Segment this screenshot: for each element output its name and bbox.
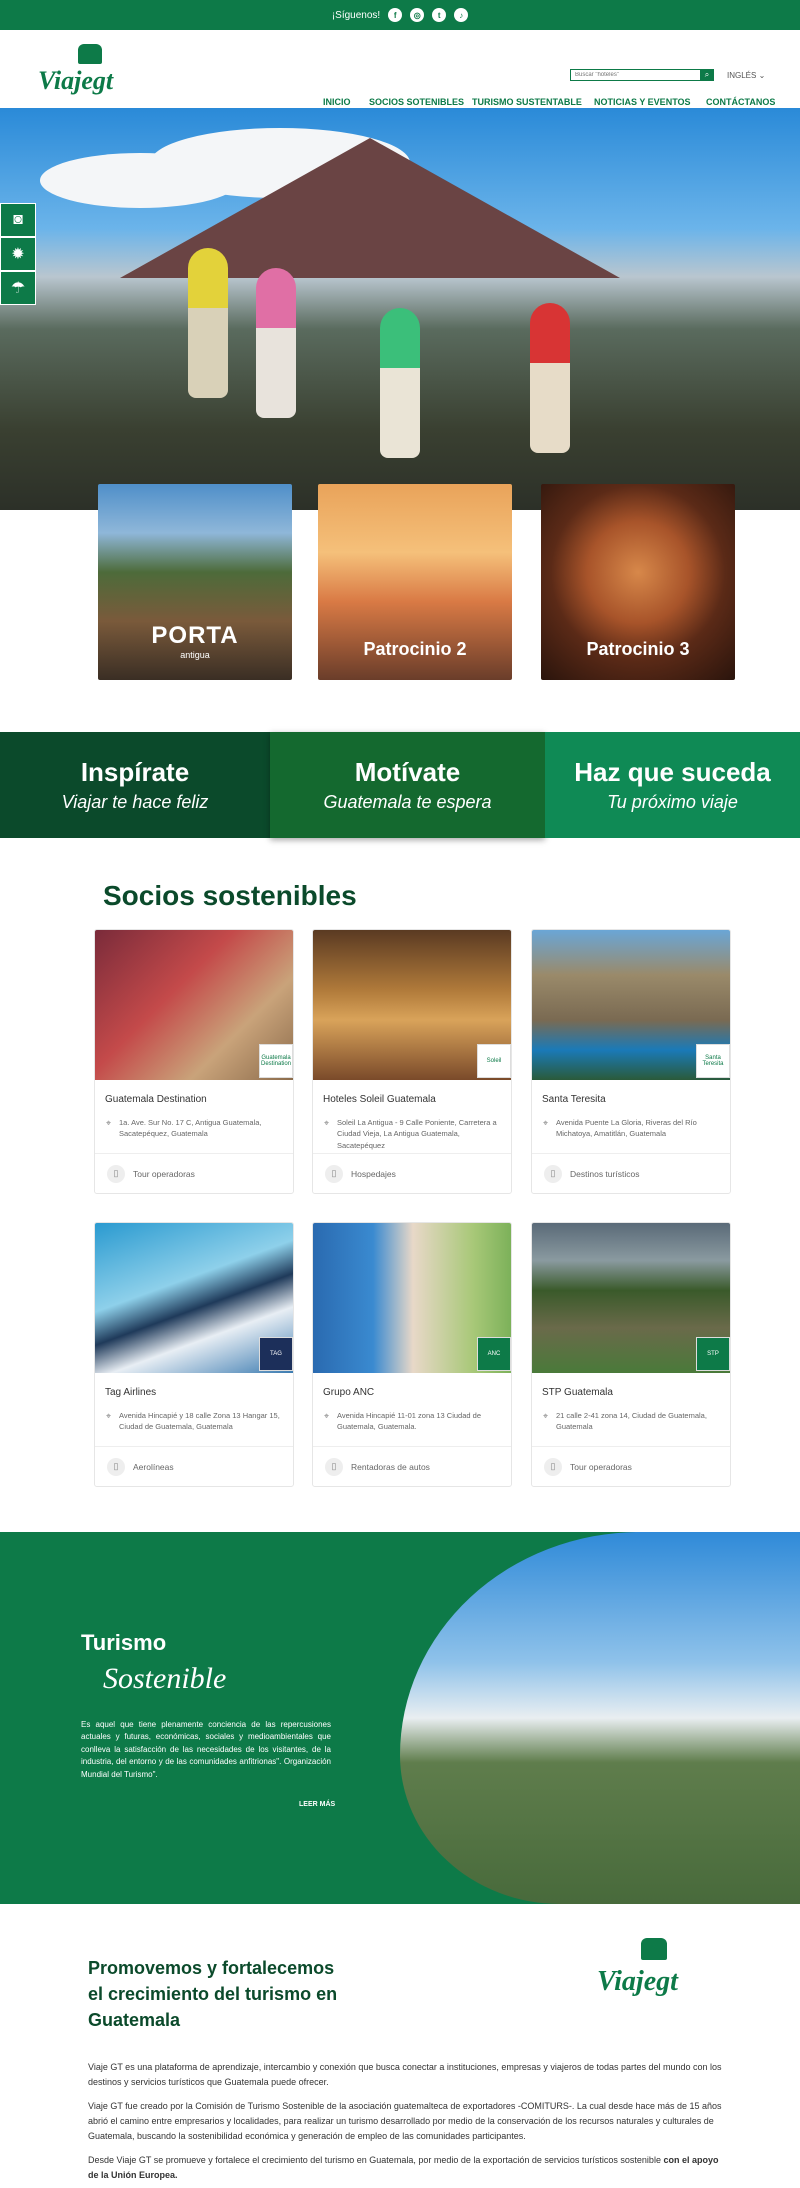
- tiktok-icon[interactable]: ♪: [454, 8, 469, 22]
- about-title: Promovemos y fortalecemos el crecimiento…: [88, 1958, 338, 2031]
- location-pin-icon: ⌖: [324, 1118, 330, 1128]
- twitter-icon[interactable]: t: [432, 8, 447, 22]
- partner-logo: Guatemala Destination: [259, 1044, 293, 1078]
- partner-image: Guatemala Destination: [95, 930, 293, 1080]
- hat-icon: [641, 1938, 667, 1960]
- promo-card-patrocinio-3[interactable]: Patrocinio 3: [541, 484, 735, 680]
- partner-address: ⌖ Avenida Puente La Gloria, Riveras del R…: [543, 1118, 697, 1139]
- turismo-sostenible-section: Turismo Sostenible Es aquel que tiene pl…: [0, 1532, 800, 1904]
- partner-logo: Santa Teresita: [696, 1044, 730, 1078]
- viajegt-logo: Viajegt: [597, 1938, 687, 2008]
- hiker-figure: [256, 268, 296, 418]
- search-icon[interactable]: ⌕: [700, 69, 714, 81]
- category-icon: ▯: [544, 1164, 562, 1183]
- promo-card-patrocinio-2[interactable]: Patrocinio 2: [318, 484, 512, 680]
- partner-name: Tag Airlines: [105, 1387, 157, 1398]
- partner-category[interactable]: ▯ Tour operadoras: [95, 1153, 293, 1193]
- partner-image: Soleil: [313, 930, 511, 1080]
- partner-address: ⌖ 21 calle 2-41 zona 14, Ciudad de Guatem…: [543, 1411, 707, 1432]
- location-pin-icon: ⌖: [543, 1118, 549, 1128]
- location-pin-icon: ⌖: [543, 1411, 549, 1421]
- language-selector[interactable]: INGLÉS ⌄: [727, 71, 765, 80]
- partner-image: ANC: [313, 1223, 511, 1373]
- camera-icon[interactable]: ◙: [0, 203, 36, 237]
- hiker-figure: [530, 303, 570, 453]
- location-pin-icon: ⌖: [106, 1118, 112, 1128]
- partner-image: STP: [532, 1223, 730, 1373]
- partner-logo: ANC: [477, 1337, 511, 1371]
- category-icon: ▯: [107, 1164, 125, 1183]
- location-pin-icon: ⌖: [106, 1411, 112, 1421]
- category-icon: ▯: [107, 1457, 125, 1476]
- partner-address: ⌖ 1a. Ave. Sur No. 17 C, Antigua Guatemal…: [106, 1118, 262, 1139]
- about-paragraph-2: Viaje GT fue creado por la Comisión de T…: [88, 2101, 722, 2141]
- partner-category[interactable]: ▯ Hospedajes: [313, 1153, 511, 1193]
- category-icon: ▯: [325, 1457, 343, 1476]
- turismo-description: Es aquel que tiene plenamente conciencia…: [81, 1720, 331, 1779]
- partner-name: Grupo ANC: [323, 1387, 375, 1398]
- partner-logo: STP: [696, 1337, 730, 1371]
- partner-card[interactable]: Guatemala Destination Guatemala Destinat…: [94, 929, 294, 1194]
- about-paragraph-3: Desde Viaje GT se promueve y fortalece e…: [88, 2155, 719, 2180]
- search-input[interactable]: [570, 69, 714, 81]
- nav-socios[interactable]: SOCIOS SOTENIBLES: [369, 97, 464, 107]
- partner-card[interactable]: ANC Grupo ANC ⌖ Avenida Hincapié 11-01 zo…: [312, 1222, 512, 1487]
- partner-card[interactable]: STP STP Guatemala ⌖ 21 calle 2-41 zona 14…: [531, 1222, 731, 1487]
- partner-category[interactable]: ▯ Destinos turísticos: [532, 1153, 730, 1193]
- partner-card[interactable]: TAG Tag Airlines ⌖ Avenida Hincapié y 18 …: [94, 1222, 294, 1487]
- partner-logo: TAG: [259, 1337, 293, 1371]
- tikal-photo: [400, 1532, 800, 1904]
- partner-address: ⌖ Avenida Hincapié 11-01 zona 13 Ciudad d…: [324, 1411, 481, 1432]
- partner-name: STP Guatemala: [542, 1387, 613, 1398]
- banner-haz-que-suceda[interactable]: Haz que suceda Tu próximo viaje: [545, 732, 800, 838]
- nav-noticias[interactable]: NOTICIAS Y EVENTOS: [594, 97, 691, 107]
- follow-label: ¡Síguenos!: [331, 9, 381, 21]
- facebook-icon[interactable]: f: [388, 8, 403, 22]
- settings-icon[interactable]: ✹: [0, 237, 36, 271]
- banner-inspirate[interactable]: Inspírate Viajar te hace feliz: [0, 732, 270, 838]
- partner-name: Guatemala Destination: [105, 1094, 207, 1105]
- partner-card[interactable]: Soleil Hoteles Soleil Guatemala ⌖ Soleil …: [312, 929, 512, 1194]
- hero-image: [0, 108, 800, 510]
- turismo-script-title: Sostenible: [103, 1662, 227, 1695]
- category-icon: ▯: [325, 1164, 343, 1183]
- promo-card-porta[interactable]: PORTA antigua: [98, 484, 292, 680]
- partner-category[interactable]: ▯ Tour operadoras: [532, 1446, 730, 1486]
- section-title-socios: Socios sostenibles: [103, 880, 357, 911]
- partner-category[interactable]: ▯ Rentadoras de autos: [313, 1446, 511, 1486]
- about-paragraph-1: Viaje GT es una plataforma de aprendizaj…: [88, 2062, 722, 2087]
- partner-address: ⌖ Avenida Hincapié y 18 calle Zona 13 Han…: [106, 1411, 280, 1432]
- hiker-figure: [188, 248, 228, 398]
- partner-name: Hoteles Soleil Guatemala: [323, 1094, 436, 1105]
- instagram-icon[interactable]: ◎: [410, 8, 425, 22]
- nav-turismo[interactable]: TURISMO SUSTENTABLE: [472, 97, 582, 107]
- partner-image: Santa Teresita: [532, 930, 730, 1080]
- social-topbar: ¡Síguenos! f ◎ t ♪: [0, 0, 800, 30]
- leer-mas-link[interactable]: LEER MÁS: [299, 1801, 335, 1808]
- partner-name: Santa Teresita: [542, 1094, 606, 1105]
- hat-icon: [78, 44, 102, 64]
- viajegt-logo[interactable]: Viajegt: [38, 44, 118, 95]
- turismo-title: Turismo: [81, 1630, 167, 1655]
- accessibility-toolbar: ◙ ✹ ☂: [0, 203, 36, 305]
- partner-address: ⌖ Soleil La Antigua - 9 Calle Poniente, C…: [324, 1118, 497, 1150]
- category-icon: ▯: [544, 1457, 562, 1476]
- partner-logo: Soleil: [477, 1044, 511, 1078]
- hiker-figure: [380, 308, 420, 458]
- site-header: Viajegt ⌕ INGLÉS ⌄ INICIO SOCIOS SOTENIB…: [0, 30, 800, 112]
- banner-motivate[interactable]: Motívate Guatemala te espera: [270, 732, 545, 838]
- location-pin-icon: ⌖: [324, 1411, 330, 1421]
- partner-card[interactable]: Santa Teresita Santa Teresita ⌖ Avenida P…: [531, 929, 731, 1194]
- partner-category[interactable]: ▯ Aerolíneas: [95, 1446, 293, 1486]
- partner-image: TAG: [95, 1223, 293, 1373]
- hat-icon[interactable]: ☂: [0, 271, 36, 305]
- nav-contactanos[interactable]: CONTÁCTANOS: [706, 97, 775, 107]
